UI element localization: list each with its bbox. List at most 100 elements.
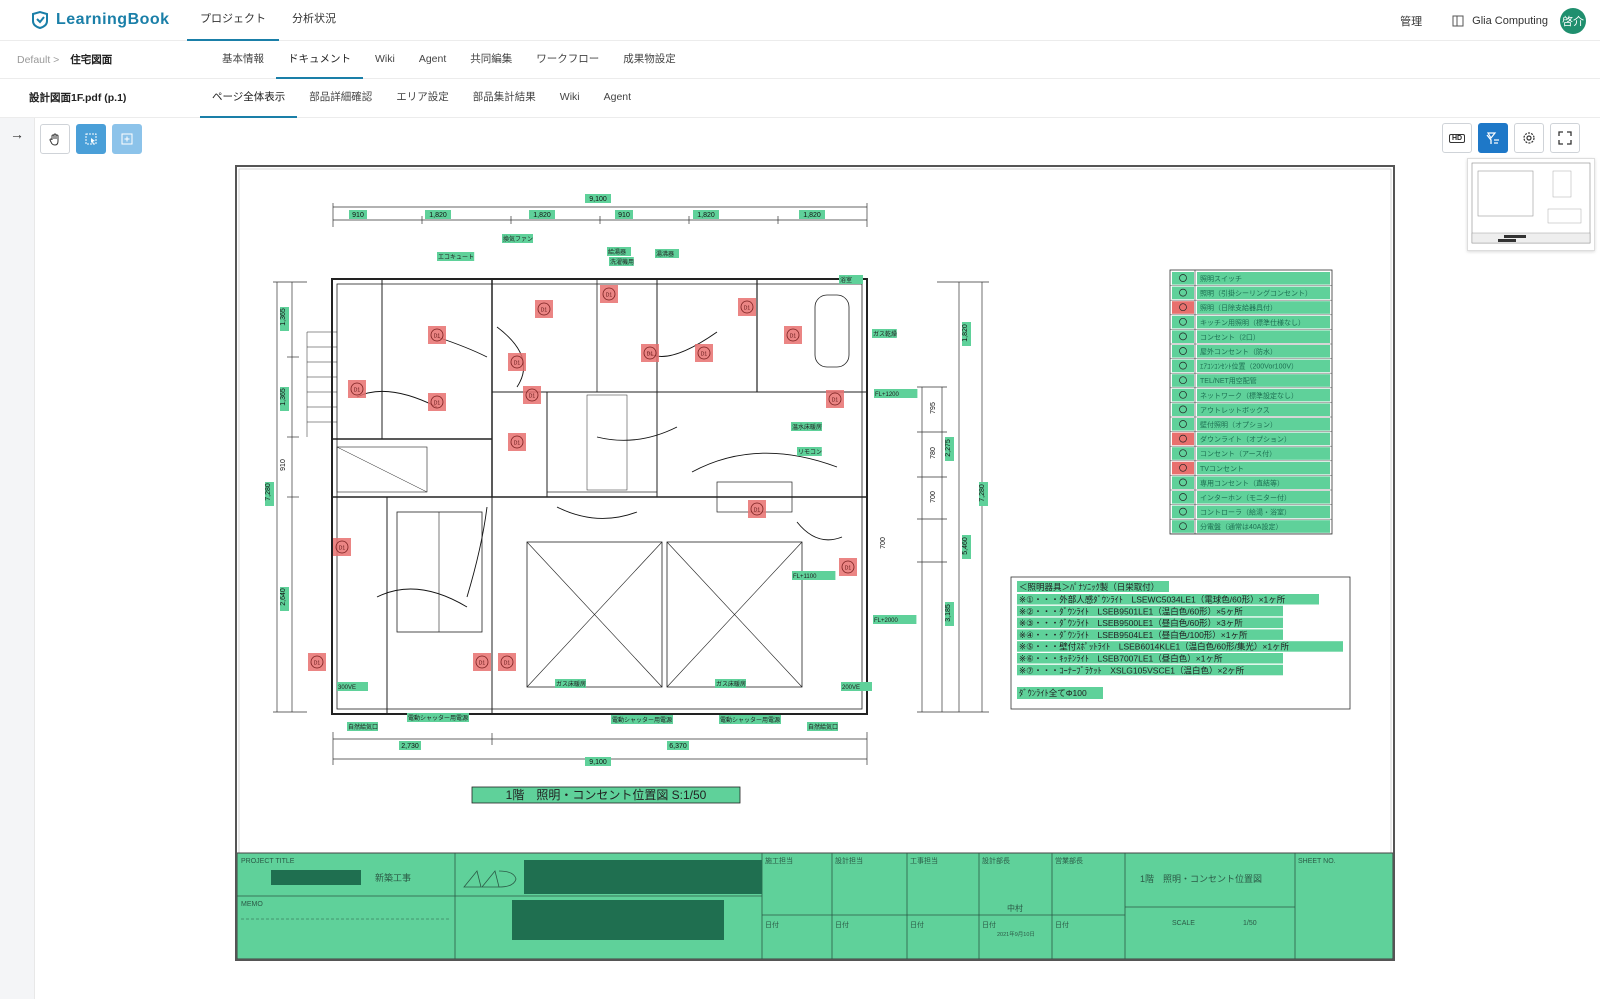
dim-left-1: 1,365: [280, 308, 287, 326]
drawing-sheet[interactable]: 9,100 910 1,820 1,820 910 1,820 1,820 換気…: [235, 165, 1395, 961]
fixture-marker[interactable]: D1: [695, 344, 713, 362]
expand-arrow-icon[interactable]: →: [10, 126, 24, 142]
fixture-marker[interactable]: D1: [348, 380, 366, 398]
fixture-marker[interactable]: D1: [826, 390, 844, 408]
pan-tool-button[interactable]: [40, 124, 70, 154]
project-nav: 基本情報 ドキュメント Wiki Agent 共同編集 ワークフロー 成果物設定: [210, 41, 688, 79]
fixture-marker[interactable]: D1: [738, 298, 756, 316]
tab-agent[interactable]: Agent: [407, 41, 458, 79]
fixture-marker[interactable]: D1: [748, 500, 766, 518]
room-label: ガス乾燥: [872, 329, 897, 338]
legend-row: 照明スイッチ: [1170, 272, 1332, 286]
fixture-marker[interactable]: D1: [535, 300, 553, 318]
document-bar: 設計図面1F.pdf (p.1) ページ全体表示 部品詳細確認 エリア設定 部品…: [0, 79, 1600, 118]
fixture-marker[interactable]: D1: [508, 353, 526, 371]
hand-icon: [49, 133, 59, 146]
legend-label: TVコンセント: [1200, 465, 1244, 473]
notes-line: ※②・・・ﾀﾞｳﾝﾗｲﾄ LSEB9501LE1（温白色/60形）×5ヶ所: [1019, 606, 1243, 616]
org-name[interactable]: Glia Computing: [1472, 15, 1548, 27]
admin-link[interactable]: 管理: [1400, 13, 1422, 29]
tab-projects[interactable]: プロジェクト: [187, 0, 279, 41]
logo-icon: [32, 10, 48, 30]
room-label: 給湯器: [607, 247, 631, 256]
floor-plan-canvas: 9,100 910 1,820 1,820 910 1,820 1,820 換気…: [237, 168, 1393, 959]
tab-deliverables[interactable]: 成果物設定: [611, 41, 688, 79]
breadcrumb-root[interactable]: Default >: [17, 54, 59, 66]
legend-label: コントローラ（給湯・浴室）: [1200, 508, 1291, 517]
tab-area-settings[interactable]: エリア設定: [384, 79, 461, 118]
fixture-marker[interactable]: D1: [308, 653, 326, 671]
fixture-marker[interactable]: D1: [508, 433, 526, 451]
select-box-icon: [85, 133, 97, 145]
legend-label: コンセント（2口）: [1200, 333, 1260, 341]
dim-left-total: 7,280: [265, 483, 272, 501]
tab-doc-agent[interactable]: Agent: [592, 79, 643, 118]
select-tool-button[interactable]: [76, 124, 106, 154]
fixture-marker[interactable]: D1: [839, 558, 857, 576]
tab-basic-info[interactable]: 基本情報: [210, 41, 276, 79]
canvas-tools: [40, 124, 142, 154]
tab-workflow[interactable]: ワークフロー: [524, 41, 611, 79]
legend-row: コンセント（アース付）: [1170, 447, 1332, 461]
tab-part-details[interactable]: 部品詳細確認: [297, 79, 384, 118]
notes-footer: ﾀﾞｳﾝﾗｲﾄ全てΦ100: [1019, 688, 1087, 698]
fixture-marker[interactable]: D1: [784, 326, 802, 344]
fixture-marker[interactable]: D1: [428, 393, 446, 411]
dim-right-3: 780: [930, 447, 937, 459]
hd-toggle-button[interactable]: HD: [1442, 123, 1472, 153]
fixture-marker[interactable]: D1: [473, 653, 491, 671]
add-area-button[interactable]: [112, 124, 142, 154]
page-minimap[interactable]: [1467, 158, 1595, 251]
left-rail: →: [0, 118, 35, 999]
fixture-marker[interactable]: D1: [333, 538, 351, 556]
cell-label-5: 営業部長: [1055, 856, 1083, 865]
fixture-marker[interactable]: D1: [498, 653, 516, 671]
fullscreen-button[interactable]: [1550, 123, 1580, 153]
svg-text:電動シャッター用電源: 電動シャッター用電源: [720, 716, 780, 724]
svg-text:ガス床暖房: ガス床暖房: [556, 680, 586, 688]
tab-collab-edit[interactable]: 共同編集: [458, 41, 524, 79]
room-label: エコキュート: [437, 252, 475, 261]
legend-row: ネットワーク（標準設定なし）: [1170, 388, 1332, 403]
avatar[interactable]: 啓介: [1560, 7, 1586, 34]
legend-row: コンセント（2口）: [1170, 330, 1332, 345]
fixture-marker[interactable]: D1: [523, 386, 541, 404]
svg-text:給湯器: 給湯器: [608, 248, 626, 256]
top-dimensions: [332, 203, 868, 227]
room-label: ガス床暖房: [555, 679, 586, 688]
dim-right-7: 3,185: [945, 604, 952, 622]
app-logo[interactable]: LearningBook: [30, 10, 170, 30]
dim-right-2: 795: [930, 402, 937, 414]
legend-row: ｴｱｺﾝｺﾝｾﾝﾄ位置（200Vor100V）: [1170, 359, 1332, 374]
legend-row: 分電盤（通常は40A設定）: [1170, 520, 1332, 534]
legend-label: 壁付照明（オプション）: [1200, 420, 1277, 429]
fixture-marker[interactable]: D1: [428, 326, 446, 344]
memo-label: MEMO: [241, 901, 263, 908]
fixture-marker[interactable]: D1: [600, 285, 618, 303]
svg-text:D1: D1: [754, 508, 761, 514]
tab-part-summary[interactable]: 部品集計結果: [461, 79, 548, 118]
legend-row: インターホン（モニター付）: [1170, 491, 1332, 505]
fixture-marker[interactable]: D1: [641, 344, 659, 362]
tab-analysis-status[interactable]: 分析状況: [279, 0, 349, 41]
tab-doc-wiki[interactable]: Wiki: [548, 79, 592, 118]
svg-text:300VE: 300VE: [338, 685, 356, 691]
svg-text:D1: D1: [701, 352, 708, 358]
svg-text:電動シャッター用電源: 電動シャッター用電源: [408, 714, 468, 722]
project-title-label: PROJECT TITLE: [241, 858, 295, 865]
svg-text:D1: D1: [354, 388, 361, 394]
dim-bottom-1: 2,730: [401, 743, 419, 750]
highlight-toggle-button[interactable]: [1478, 123, 1508, 153]
legend-label: ｴｱｺﾝｺﾝｾﾝﾄ位置（200Vor100V）: [1200, 362, 1298, 371]
settings-button[interactable]: [1514, 123, 1544, 153]
gear-icon: [1523, 132, 1535, 144]
legend-label: TEL/NET用空配管: [1200, 376, 1257, 385]
legend-row: TEL/NET用空配管: [1170, 374, 1332, 389]
tab-documents[interactable]: ドキュメント: [276, 41, 363, 79]
room-label: ガス床暖房: [715, 679, 746, 688]
room-label: FL+1100: [792, 571, 836, 580]
title-block: PROJECT TITLE 新築工事 MEMO 施工担当 設計担当 工事担当 設…: [237, 852, 1393, 959]
tab-wiki[interactable]: Wiki: [363, 41, 407, 79]
tab-full-page[interactable]: ページ全体表示: [200, 79, 298, 118]
panel-toggle-icon[interactable]: [1452, 15, 1464, 27]
